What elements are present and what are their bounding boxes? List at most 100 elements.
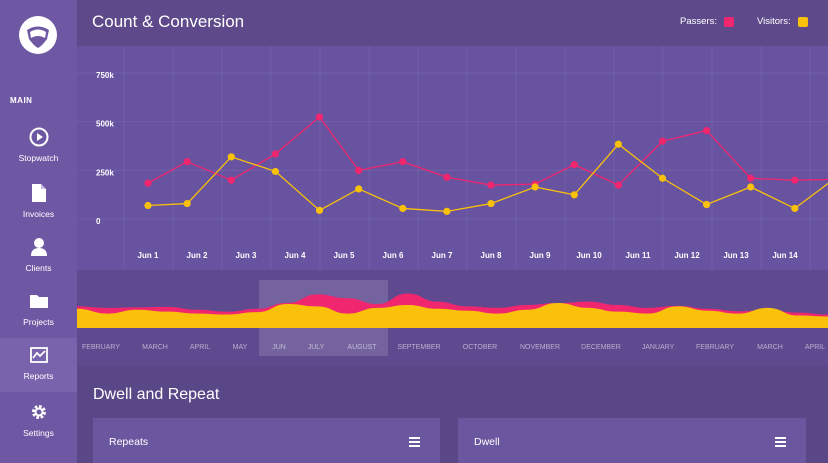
data-point-passers[interactable] xyxy=(747,174,755,182)
x-tick-label: Jun 5 xyxy=(334,251,355,260)
month-label: MARCH xyxy=(142,344,168,351)
chart-header: Count & Conversion Passers: Visitors: xyxy=(77,0,828,46)
sidebar-item-label: Clients xyxy=(25,263,52,273)
month-label: SEPTEMBER xyxy=(397,344,440,351)
dwell-repeat-section: Dwell and Repeat Repeats Dwell xyxy=(77,366,828,463)
month-label: OCTOBER xyxy=(463,344,498,351)
gear-icon xyxy=(28,401,50,423)
repeats-card: Repeats xyxy=(93,418,440,463)
data-point-visitors[interactable] xyxy=(227,153,235,161)
x-tick-label: Jun 9 xyxy=(530,251,551,260)
x-tick-label: Jun 8 xyxy=(481,251,502,260)
x-tick-label: Jun 14 xyxy=(772,251,798,260)
data-point-passers[interactable] xyxy=(791,176,799,184)
legend-passers: Passers: xyxy=(680,16,734,27)
data-point-visitors[interactable] xyxy=(271,167,279,176)
section-title: Dwell and Repeat xyxy=(93,386,220,403)
person-icon xyxy=(28,236,50,258)
data-point-passers[interactable] xyxy=(614,181,623,189)
x-tick-label: Jun 6 xyxy=(383,251,404,260)
month-label: MAY xyxy=(233,344,248,351)
legend-label: Passers: xyxy=(680,16,717,27)
data-point-visitors[interactable] xyxy=(315,206,324,214)
sidebar-item-clients[interactable]: Clients xyxy=(0,230,77,282)
sidebar-item-stopwatch[interactable]: Stopwatch xyxy=(0,120,77,172)
y-tick-label: 0 xyxy=(96,217,101,226)
month-label: APRIL xyxy=(190,344,210,351)
menu-icon[interactable] xyxy=(775,437,786,447)
data-point-passers[interactable] xyxy=(487,181,495,189)
month-label: FEBRUARY xyxy=(696,344,734,351)
x-tick-label: Jun 3 xyxy=(236,251,257,260)
legend-label: Visitors: xyxy=(757,16,791,27)
data-point-passers[interactable] xyxy=(658,137,667,145)
data-point-visitors[interactable] xyxy=(355,185,363,193)
month-label: JULY xyxy=(308,344,325,351)
data-point-visitors[interactable] xyxy=(443,207,451,215)
x-tick-label: Jun 7 xyxy=(432,251,453,260)
data-point-visitors[interactable] xyxy=(399,204,407,213)
data-point-passers[interactable] xyxy=(703,126,711,135)
data-point-passers[interactable] xyxy=(227,176,235,184)
y-tick-label: 500k xyxy=(96,120,114,129)
data-point-visitors[interactable] xyxy=(183,199,191,208)
data-point-visitors[interactable] xyxy=(747,183,755,191)
data-point-passers[interactable] xyxy=(443,173,451,181)
data-point-passers[interactable] xyxy=(315,113,324,121)
timeline-area-chart[interactable]: FEBRUARY MARCH APRIL MAY JUN JULY AUGUST SEPTEM… xyxy=(77,270,828,366)
y-tick-label: 750k xyxy=(96,71,114,80)
sidebar-item-label: Reports xyxy=(23,371,54,381)
data-point-passers[interactable] xyxy=(144,179,152,187)
data-point-visitors[interactable] xyxy=(144,201,152,210)
data-point-passers[interactable] xyxy=(570,161,578,169)
app-logo[interactable] xyxy=(18,15,58,55)
data-point-visitors[interactable] xyxy=(614,140,623,148)
sidebar-item-reports[interactable]: Reports xyxy=(0,338,77,392)
month-label: DECEMBER xyxy=(581,344,621,351)
sidebar-section-label: MAIN xyxy=(10,96,33,105)
sidebar-item-label: Stopwatch xyxy=(18,153,59,163)
data-point-visitors[interactable] xyxy=(531,183,539,191)
series-line-visitors xyxy=(147,143,828,213)
main-content: Count & Conversion Passers: Visitors: 75… xyxy=(74,0,828,463)
x-tick-label: Jun 1 xyxy=(138,251,159,260)
sidebar-item-settings[interactable]: Settings xyxy=(0,395,77,447)
menu-icon[interactable] xyxy=(409,437,420,447)
x-tick-label: Jun 2 xyxy=(187,251,208,260)
dwell-card: Dwell xyxy=(458,418,806,463)
data-point-visitors[interactable] xyxy=(658,174,667,182)
legend-visitors: Visitors: xyxy=(757,16,808,27)
series-line-passers xyxy=(147,115,828,186)
shield-logo-icon xyxy=(19,16,57,54)
month-label: MARCH xyxy=(757,344,783,351)
month-label: JANUARY xyxy=(642,344,675,351)
data-point-passers[interactable] xyxy=(271,150,279,158)
card-title: Repeats xyxy=(109,436,149,448)
sidebar-item-projects[interactable]: Projects xyxy=(0,284,77,336)
data-point-passers[interactable] xyxy=(355,166,363,175)
x-tick-label: Jun 11 xyxy=(626,251,651,260)
data-point-visitors[interactable] xyxy=(703,200,711,209)
play-circle-icon xyxy=(28,126,50,148)
line-chart-panel: 750k 500k 250k 0 Jun 1 Jun 2 Jun 3 Jun 4 Jun 5 Ju… xyxy=(74,46,828,270)
month-label: NOVEMBER xyxy=(520,344,560,351)
data-point-passers[interactable] xyxy=(399,158,407,166)
sidebar: MAIN Stopwatch Invoices Clients Projects… xyxy=(0,0,77,463)
timeline-panel: FEBRUARY MARCH APRIL MAY JUN JULY AUGUST SEPTEM… xyxy=(77,270,828,366)
data-point-passers[interactable] xyxy=(183,158,191,166)
month-label: JUN xyxy=(272,344,286,351)
data-point-visitors[interactable] xyxy=(487,199,495,208)
sidebar-item-label: Projects xyxy=(23,317,54,327)
month-label: AUGUST xyxy=(347,344,377,351)
line-chart[interactable]: 750k 500k 250k 0 Jun 1 Jun 2 Jun 3 Jun 4 Jun 5 Ju… xyxy=(74,46,828,270)
legend-swatch xyxy=(723,16,734,27)
card-title: Dwell xyxy=(474,436,500,448)
sidebar-item-invoices[interactable]: Invoices xyxy=(0,176,77,228)
x-tick-label: Jun 10 xyxy=(576,251,602,260)
data-point-visitors[interactable] xyxy=(791,204,799,213)
y-tick-label: 250k xyxy=(96,168,114,177)
month-label: FEBRUARY xyxy=(82,344,120,351)
data-point-visitors[interactable] xyxy=(570,191,578,199)
month-label: APRIL xyxy=(805,344,825,351)
folder-icon xyxy=(28,290,50,312)
